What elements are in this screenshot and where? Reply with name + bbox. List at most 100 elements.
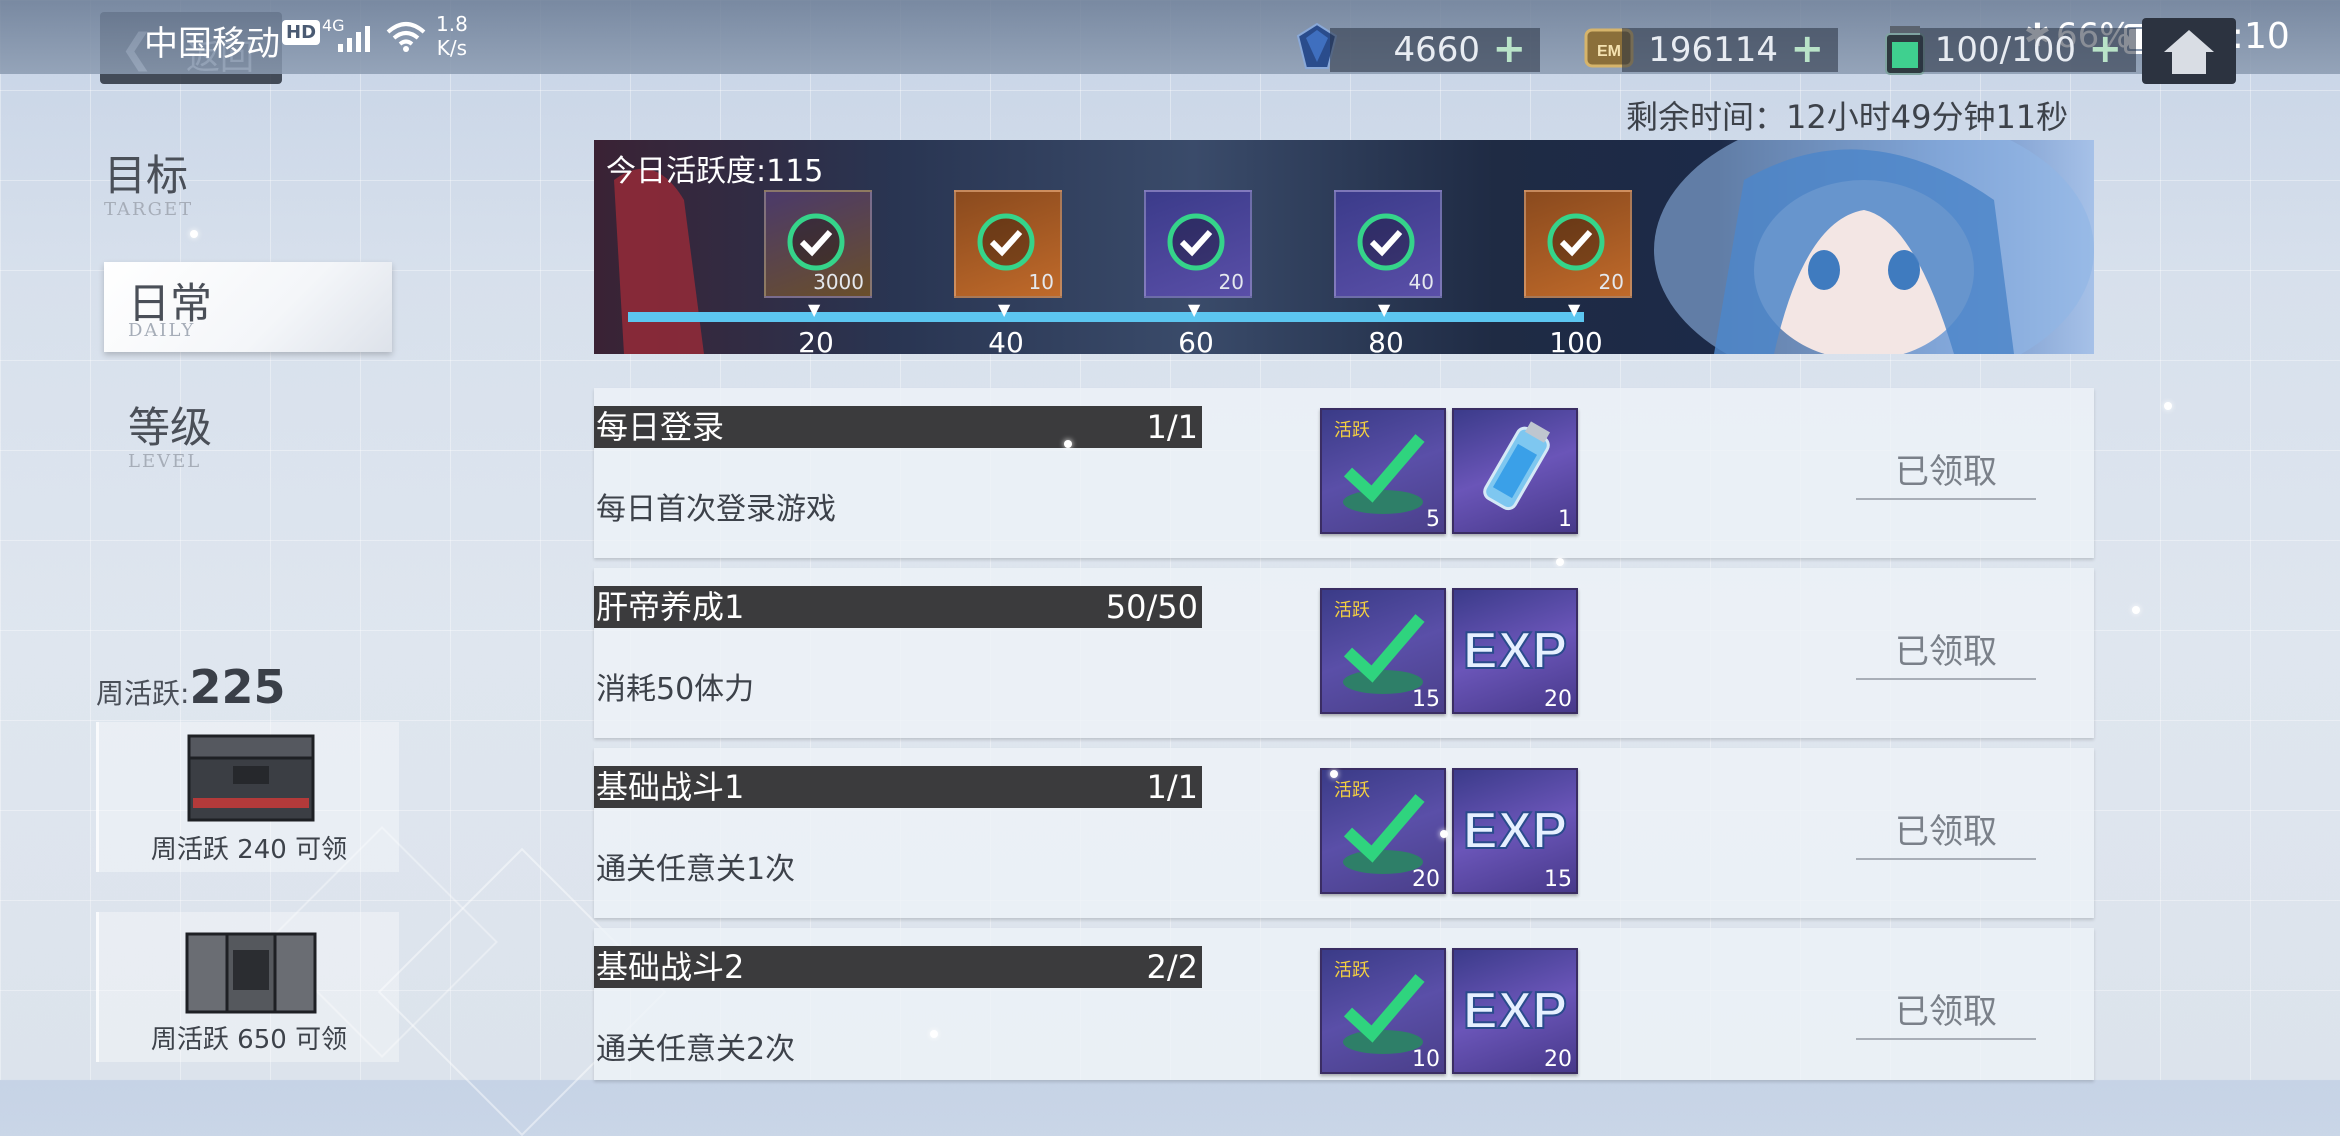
milestone-marker-icon: ▼	[1188, 300, 1201, 319]
reward-count: 15	[1544, 867, 1572, 892]
nav-item-sublabel: TARGET	[104, 199, 194, 220]
reward-label: 活跃	[1334, 600, 1370, 621]
carrier-name: 中国移动	[144, 24, 280, 64]
checkmark-icon	[787, 213, 845, 271]
exp-label: EXP	[1463, 802, 1567, 860]
reward-energy-canister[interactable]: 1	[1452, 408, 1578, 534]
milestone-tick-label: 40	[988, 326, 1024, 354]
nav-item-sublabel: DAILY	[128, 320, 196, 341]
task-progress: 1/1	[1146, 768, 1199, 806]
claimed-underline	[1856, 858, 2036, 860]
claimed-underline	[1856, 1038, 2036, 1040]
sparkle-particle	[930, 1030, 938, 1038]
add-energy-button[interactable]: +	[2088, 26, 2122, 72]
network-speed: 1.8 K/s	[436, 12, 468, 60]
task-description: 消耗50体力	[596, 672, 755, 707]
task-progress: 50/50	[1105, 588, 1198, 626]
task-row: 每日登录 1/1 每日首次登录游戏 活跃 5 1 已领取	[594, 388, 2094, 558]
reward-count: 1	[1558, 507, 1572, 532]
remaining-time: 剩余时间：12小时49分钟11秒	[1626, 98, 2069, 136]
milestone-count: 10	[1028, 270, 1054, 294]
currency-energy: 100/100 +	[1920, 26, 2136, 72]
reward-count: 5	[1426, 507, 1440, 532]
milestone-tick-label: 20	[798, 326, 834, 354]
task-header: 每日登录 1/1	[594, 406, 1202, 448]
sparkle-particle	[1330, 770, 1338, 778]
add-em-button[interactable]: +	[1790, 26, 1824, 72]
reward-count: 20	[1412, 867, 1440, 892]
milestone-marker-icon: ▼	[1378, 300, 1391, 319]
currency-value: 4660	[1393, 30, 1480, 70]
claimed-status: 已领取	[1895, 812, 1997, 852]
milestone-count: 20	[1598, 270, 1624, 294]
currency-value: 100/100	[1934, 30, 2076, 70]
task-name: 基础战斗2	[596, 948, 745, 986]
currency-value: 196114	[1648, 30, 1778, 70]
task-name: 基础战斗1	[596, 768, 745, 806]
milestone-100[interactable]: 20 ▼	[1524, 190, 1632, 319]
wifi-icon	[386, 22, 426, 52]
milestone-tick-label: 60	[1178, 326, 1214, 354]
task-header: 肝帝养成1 50/50	[594, 586, 1202, 628]
sparkle-particle	[2132, 606, 2140, 614]
reward-count: 20	[1544, 687, 1572, 712]
sparkle-particle	[2164, 402, 2172, 410]
task-description: 通关任意关1次	[596, 852, 796, 887]
reward-exp[interactable]: EXP 15	[1452, 768, 1578, 894]
currency-diamond: 4660 +	[1330, 26, 1540, 72]
nav-item-target[interactable]: 目标 TARGET	[104, 142, 193, 220]
milestone-count: 40	[1408, 270, 1434, 294]
home-button[interactable]	[2142, 18, 2236, 84]
milestone-marker-icon: ▼	[1568, 300, 1581, 319]
milestone-count: 3000	[813, 270, 864, 294]
sparkle-particle	[1440, 830, 1448, 838]
milestone-60[interactable]: 20 ▼	[1144, 190, 1252, 319]
reward-label: 活跃	[1334, 780, 1370, 801]
add-diamond-button[interactable]: +	[1492, 26, 1526, 72]
weekly-chest-240[interactable]: 周活跃 240 可领	[96, 722, 399, 872]
checkmark-icon	[1547, 213, 1605, 271]
checkmark-icon	[1167, 213, 1225, 271]
task-row: 基础战斗2 2/2 通关任意关2次 活跃 10 EXP 20 已领取	[594, 928, 2094, 1080]
weekly-activity: 周活跃:225	[96, 660, 285, 714]
daily-activity-banner: 今日活跃度:115 3000 ▼ 10 ▼ 20 ▼ 40 ▼ 20 ▼ 20 …	[594, 140, 2094, 354]
milestone-tick-label: 80	[1368, 326, 1404, 354]
claimed-underline	[1856, 498, 2036, 500]
task-row: 肝帝养成1 50/50 消耗50体力 活跃 15 EXP 20 已领取	[594, 568, 2094, 738]
reward-count: 15	[1412, 687, 1440, 712]
task-name: 每日登录	[596, 408, 725, 446]
reward-activity[interactable]: 活跃 10	[1320, 948, 1446, 1074]
task-name: 肝帝养成1	[596, 588, 745, 626]
sparkle-particle	[1064, 440, 1072, 448]
exp-label: EXP	[1463, 622, 1567, 680]
reward-activity[interactable]: 活跃 15	[1320, 588, 1446, 714]
weekly-chest-650[interactable]: 周活跃 650 可领	[96, 912, 399, 1062]
milestone-20[interactable]: 3000 ▼	[764, 190, 872, 319]
sparkle-particle	[1556, 558, 1564, 566]
reward-exp[interactable]: EXP 20	[1452, 588, 1578, 714]
milestone-40[interactable]: 10 ▼	[954, 190, 1062, 319]
task-description: 通关任意关2次	[596, 1032, 796, 1067]
task-description: 每日首次登录游戏	[596, 492, 836, 527]
reward-count: 20	[1544, 1047, 1572, 1072]
sparkle-particle	[190, 230, 198, 238]
nav-item-level[interactable]: 等级 LEVEL	[128, 394, 212, 472]
network-speed-unit: K/s	[436, 36, 468, 60]
nav-item-daily[interactable]: 日常 DAILY	[104, 262, 392, 352]
reward-label: 活跃	[1334, 960, 1370, 981]
reward-activity[interactable]: 活跃 20	[1320, 768, 1446, 894]
home-icon	[2164, 30, 2214, 74]
reward-count: 10	[1412, 1047, 1440, 1072]
claimed-status: 已领取	[1895, 452, 1997, 492]
daily-activity-title: 今日活跃度:115	[606, 154, 824, 189]
chest-caption: 周活跃 240 可领	[150, 835, 348, 865]
supply-chest-icon	[187, 734, 315, 822]
weekly-activity-value: 225	[189, 660, 286, 714]
reward-exp[interactable]: EXP 20	[1452, 948, 1578, 1074]
reward-activity[interactable]: 活跃 5	[1320, 408, 1446, 534]
claimed-status: 已领取	[1895, 992, 1997, 1032]
chest-caption: 周活跃 650 可领	[150, 1025, 348, 1055]
milestone-80[interactable]: 40 ▼	[1334, 190, 1442, 319]
nav-item-sublabel: LEVEL	[128, 451, 202, 472]
milestone-marker-icon: ▼	[998, 300, 1011, 319]
